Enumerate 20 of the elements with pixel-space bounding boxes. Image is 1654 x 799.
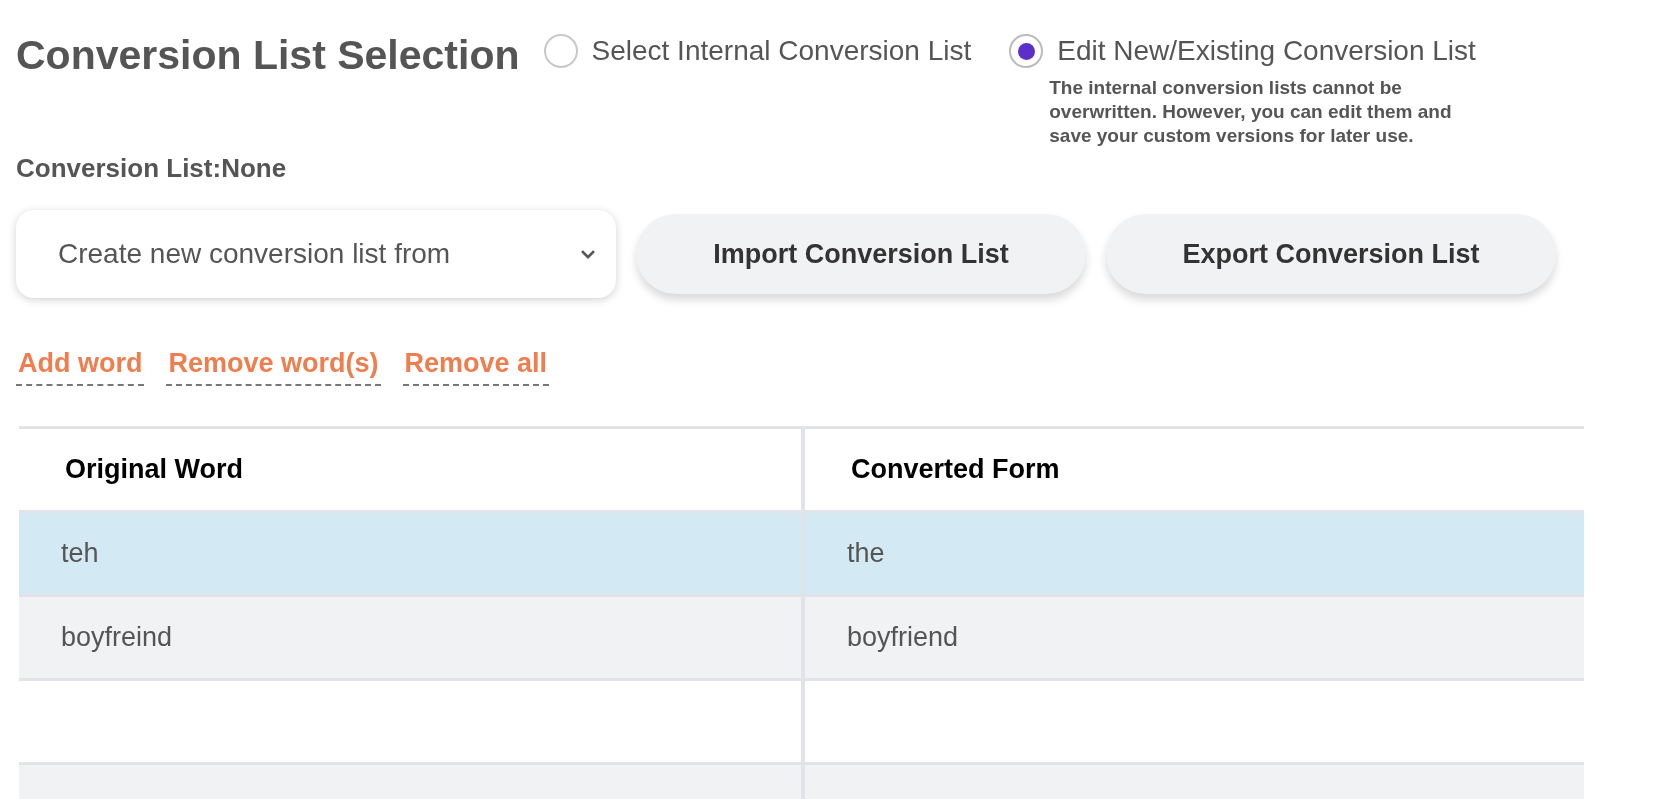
help-note: The internal conversion lists cannot be overwritten. However, you can edit them and save your custom versions for later use.	[1049, 76, 1453, 148]
radio-button[interactable]	[543, 34, 578, 68]
table-cell: the	[805, 513, 1584, 595]
dropdown-field[interactable]: Create new conversion list from	[16, 210, 616, 299]
column-header: Original Word	[19, 429, 801, 511]
page-title: Conversion List Selection	[16, 32, 520, 79]
action-button[interactable]: Import Conversion List	[636, 214, 1086, 295]
table-row[interactable]: boyfreind boyfriend	[19, 597, 1584, 679]
table-row[interactable]: teh the	[19, 513, 1584, 595]
table-cell: teh	[19, 513, 801, 595]
current-list-label: Conversion List:None	[16, 153, 287, 185]
column-header: Converted Form	[805, 429, 1584, 511]
radio-label[interactable]: Edit New/Existing Conversion List	[1057, 35, 1476, 67]
table-cell: boyfriend	[805, 597, 1584, 679]
table-cell: boyfreind	[19, 597, 801, 679]
radio-button[interactable]	[1009, 34, 1044, 68]
table-row[interactable]	[19, 681, 1584, 763]
radio-label[interactable]: Select Internal Conversion List	[591, 35, 972, 67]
action-button[interactable]: Export Conversion List	[1106, 214, 1556, 295]
chevron-down-icon	[580, 248, 596, 260]
